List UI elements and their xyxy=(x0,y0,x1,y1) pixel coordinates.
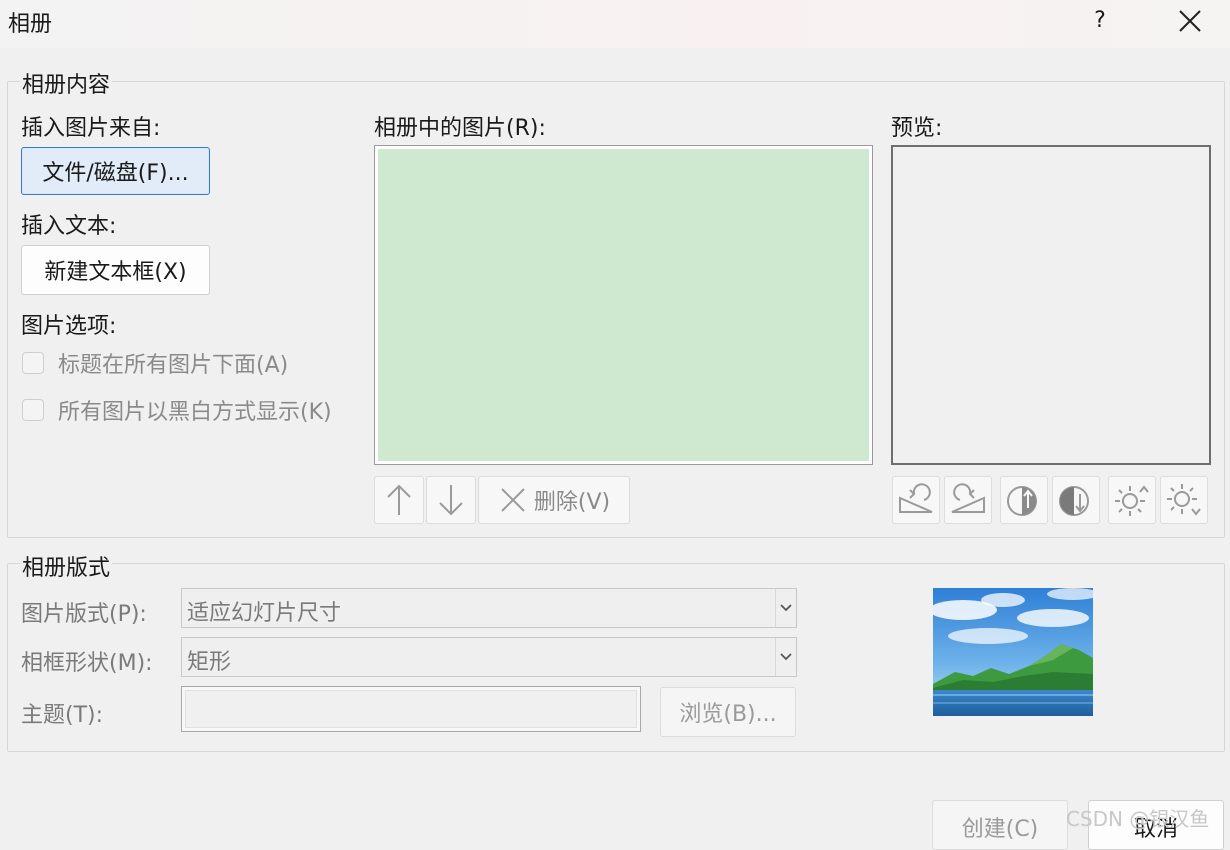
rotate-right-button[interactable] xyxy=(944,476,992,524)
delete-button-label: 删除(V) xyxy=(533,490,611,515)
contrast-down-icon xyxy=(1059,486,1089,516)
arrow-up-icon xyxy=(387,484,411,515)
browse-button[interactable]: 浏览(B)... xyxy=(660,687,796,737)
picture-layout-label: 图片版式(P): xyxy=(21,602,147,627)
layout-preview-image xyxy=(933,588,1093,716)
title-bar: 相册 ? xyxy=(0,0,1230,48)
new-textbox-button[interactable]: 新建文本框(X) xyxy=(21,245,210,295)
preview-label: 预览: xyxy=(891,116,943,141)
rotate-left-button[interactable] xyxy=(892,476,940,524)
black-white-checkbox[interactable] xyxy=(22,399,44,421)
insert-text-label: 插入文本: xyxy=(21,214,117,239)
pictures-list-area xyxy=(378,149,869,461)
frame-shape-label: 相框形状(M): xyxy=(21,651,153,676)
picture-layout-dropdown-arrow[interactable] xyxy=(775,589,796,627)
delete-x-icon xyxy=(501,488,525,512)
rotate-right-icon xyxy=(951,483,985,513)
watermark: CSDN @银汉鱼 xyxy=(1066,807,1210,831)
help-button[interactable]: ? xyxy=(1084,4,1116,38)
captions-below-option[interactable]: 标题在所有图片下面(A) xyxy=(22,347,288,379)
insert-picture-from-label: 插入图片来自: xyxy=(21,116,161,141)
pictures-in-album-label: 相册中的图片(R): xyxy=(374,116,546,141)
close-button[interactable] xyxy=(1170,4,1208,38)
chevron-down-icon xyxy=(780,653,792,661)
theme-input[interactable] xyxy=(181,686,641,732)
brightness-up-icon xyxy=(1115,485,1149,516)
frame-shape-select[interactable]: 矩形 xyxy=(181,637,797,677)
contrast-decrease-button[interactable] xyxy=(1052,476,1100,524)
brightness-decrease-button[interactable] xyxy=(1160,476,1208,524)
window-title: 相册 xyxy=(8,12,53,37)
move-up-button[interactable] xyxy=(374,476,424,524)
picture-options-label: 图片选项: xyxy=(21,314,117,339)
picture-layout-select[interactable]: 适应幻灯片尺寸 xyxy=(181,588,797,628)
contrast-increase-button[interactable] xyxy=(1000,476,1048,524)
frame-shape-value: 矩形 xyxy=(187,650,232,675)
picture-layout-value: 适应幻灯片尺寸 xyxy=(187,601,342,626)
arrow-down-icon xyxy=(439,485,463,516)
brightness-down-icon xyxy=(1167,484,1201,516)
landscape-thumbnail-icon xyxy=(933,588,1093,716)
chevron-down-icon xyxy=(780,604,792,612)
close-icon xyxy=(1179,10,1201,32)
delete-button[interactable]: 删除(V) xyxy=(478,476,630,524)
pictures-in-album-list[interactable] xyxy=(374,145,873,465)
black-white-option[interactable]: 所有图片以黑白方式显示(K) xyxy=(22,394,332,426)
create-button[interactable]: 创建(C) xyxy=(932,800,1068,850)
frame-shape-dropdown-arrow[interactable] xyxy=(775,638,796,676)
move-down-button[interactable] xyxy=(426,476,476,524)
captions-below-label: 标题在所有图片下面(A) xyxy=(58,353,289,378)
captions-below-checkbox[interactable] xyxy=(22,352,44,374)
rotate-left-icon xyxy=(899,483,933,513)
file-disk-button[interactable]: 文件/磁盘(F)... xyxy=(21,147,210,195)
brightness-increase-button[interactable] xyxy=(1108,476,1156,524)
contrast-up-icon xyxy=(1007,486,1037,516)
theme-label: 主题(T): xyxy=(21,703,104,728)
album-content-title: 相册内容 xyxy=(20,67,113,99)
black-white-label: 所有图片以黑白方式显示(K) xyxy=(58,400,332,425)
theme-input-value xyxy=(185,690,637,728)
album-layout-title: 相册版式 xyxy=(20,550,113,582)
preview-pane xyxy=(891,145,1211,465)
